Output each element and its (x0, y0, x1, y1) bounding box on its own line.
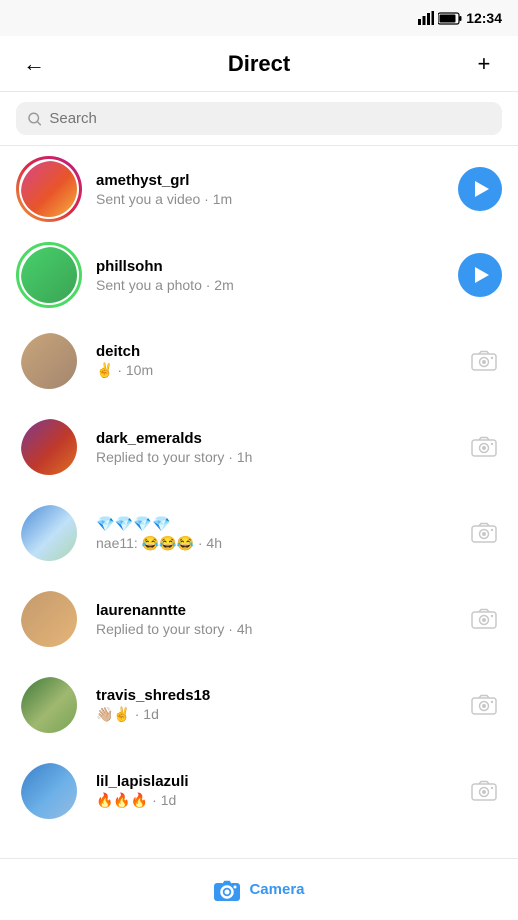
add-button[interactable]: + (466, 46, 502, 82)
message-list: amethyst_grl Sent you a video · 1m phill… (0, 146, 518, 860)
camera-icon (471, 436, 497, 458)
msg-username: amethyst_grl (96, 172, 444, 189)
message-item[interactable]: amethyst_grl Sent you a video · 1m (0, 146, 518, 232)
camera-button[interactable] (466, 601, 502, 637)
avatar-wrap (16, 672, 82, 738)
msg-content: lil_lapislazuli 🔥🔥🔥 · 1d (96, 773, 452, 809)
msg-content: amethyst_grl Sent you a video · 1m (96, 172, 444, 207)
avatar-wrap (16, 586, 82, 652)
msg-username: lil_lapislazuli (96, 773, 452, 790)
page-title: Direct (228, 51, 290, 77)
msg-username: phillsohn (96, 258, 444, 275)
msg-username: dark_emeralds (96, 430, 452, 447)
play-button[interactable] (458, 167, 502, 211)
camera-button[interactable] (466, 515, 502, 551)
avatar-wrap (16, 758, 82, 824)
msg-content: phillsohn Sent you a photo · 2m (96, 258, 444, 293)
avatar-wrap (16, 328, 82, 394)
msg-content: laurenanntte Replied to your story · 4h (96, 602, 452, 637)
camera-label: Camera (249, 881, 304, 898)
avatar (21, 247, 77, 303)
search-input[interactable] (49, 110, 490, 127)
msg-content: travis_shreds18 👋🏼✌️ · 1d (96, 687, 452, 723)
avatar (21, 333, 77, 389)
status-time: 12:34 (466, 10, 502, 26)
message-item[interactable]: 💎💎💎💎 nae11: 😂😂😂 · 4h (0, 490, 518, 576)
avatar-wrap (16, 242, 82, 308)
camera-icon (471, 522, 497, 544)
msg-preview: 🔥🔥🔥 · 1d (96, 792, 452, 809)
header: ← Direct + (0, 36, 518, 92)
search-bar (0, 92, 518, 146)
avatar (21, 763, 77, 819)
msg-preview: ✌️ · 10m (96, 362, 452, 379)
camera-icon (471, 350, 497, 372)
msg-preview: Replied to your story · 1h (96, 449, 452, 465)
status-bar: 12:34 (0, 0, 518, 36)
camera-button[interactable] (466, 687, 502, 723)
camera-icon (471, 780, 497, 802)
status-icons: 12:34 (418, 10, 502, 26)
camera-button[interactable] (466, 773, 502, 809)
message-item[interactable]: dark_emeralds Replied to your story · 1h (0, 404, 518, 490)
camera-icon (471, 608, 497, 630)
bottom-bar[interactable]: Camera (0, 858, 518, 920)
camera-bottom-icon (213, 876, 241, 904)
search-input-wrap[interactable] (16, 102, 502, 135)
camera-icon (471, 694, 497, 716)
message-item[interactable]: lil_lapislazuli 🔥🔥🔥 · 1d (0, 748, 518, 834)
msg-preview: Replied to your story · 4h (96, 621, 452, 637)
signal-icon (418, 11, 434, 25)
avatar (21, 591, 77, 647)
battery-icon (438, 12, 462, 25)
msg-username: travis_shreds18 (96, 687, 452, 704)
avatar-wrap (16, 156, 82, 222)
back-button[interactable]: ← (16, 46, 52, 82)
msg-preview: nae11: 😂😂😂 · 4h (96, 535, 452, 552)
msg-preview: 👋🏼✌️ · 1d (96, 706, 452, 723)
avatar (21, 161, 77, 217)
msg-content: deitch ✌️ · 10m (96, 343, 452, 379)
search-icon (28, 112, 41, 126)
avatar (21, 677, 77, 733)
msg-username: 💎💎💎💎 (96, 515, 452, 533)
camera-button[interactable] (466, 343, 502, 379)
msg-username: laurenanntte (96, 602, 452, 619)
message-item[interactable]: deitch ✌️ · 10m (0, 318, 518, 404)
avatar-wrap (16, 500, 82, 566)
avatar (21, 419, 77, 475)
message-item[interactable]: travis_shreds18 👋🏼✌️ · 1d (0, 662, 518, 748)
msg-content: 💎💎💎💎 nae11: 😂😂😂 · 4h (96, 515, 452, 552)
play-button[interactable] (458, 253, 502, 297)
message-item[interactable]: phillsohn Sent you a photo · 2m (0, 232, 518, 318)
msg-username: deitch (96, 343, 452, 360)
avatar-wrap (16, 414, 82, 480)
avatar (21, 505, 77, 561)
msg-content: dark_emeralds Replied to your story · 1h (96, 430, 452, 465)
msg-preview: Sent you a photo · 2m (96, 277, 444, 293)
camera-button[interactable] (466, 429, 502, 465)
msg-preview: Sent you a video · 1m (96, 191, 444, 207)
camera-icon (213, 878, 241, 902)
message-item[interactable]: laurenanntte Replied to your story · 4h (0, 576, 518, 662)
